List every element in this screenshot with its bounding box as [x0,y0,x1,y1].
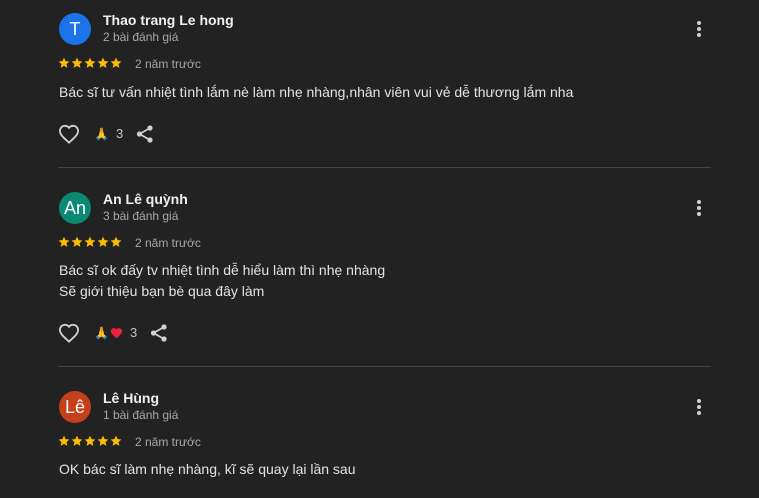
review-time: 2 năm trước [135,57,201,71]
review-text-line: Sẽ giới thiệu bạn bè qua đây làm [59,283,265,299]
star-icon [97,236,109,247]
star-icon [58,435,70,446]
review-text: Bác sĩ tư vấn nhiệt tình lắm nè làm nhẹ … [59,82,573,103]
share-button[interactable] [136,125,154,143]
star-rating [58,435,122,447]
like-button[interactable] [58,123,80,145]
folded-hands-icon: 🙏 [94,127,109,141]
like-button[interactable] [58,322,80,344]
review-actions: 🙏 3 [58,122,154,146]
star-icon [71,236,83,247]
more-options-button[interactable] [690,396,708,418]
share-button[interactable] [150,324,168,342]
review-divider [58,366,711,367]
review-text-line: Bác sĩ ok đấy tv nhiệt tình dễ hiểu làm … [59,262,386,278]
more-options-button[interactable] [690,197,708,219]
reviewer-name[interactable]: Thao trang Le hong [103,12,234,28]
star-icon [58,57,70,68]
reviewer-review-count: 3 bài đánh giá [103,209,179,223]
star-icon [71,57,83,68]
reaction-summary[interactable]: 🙏 3 [94,126,124,142]
star-rating [58,57,122,69]
share-icon [137,125,153,143]
review-divider [58,167,711,168]
star-icon [110,236,122,247]
heart-outline-icon [58,124,80,144]
star-icon [110,435,122,446]
review-time: 2 năm trước [135,236,201,250]
reviewer-review-count: 2 bài đánh giá [103,30,179,44]
star-icon [110,57,122,68]
star-icon [84,236,96,247]
share-icon [151,324,167,342]
star-icon [97,435,109,446]
more-options-button[interactable] [690,18,708,40]
review-text: Bác sĩ ok đấy tv nhiệt tình dễ hiểu làm … [59,260,385,302]
more-vert-icon [697,200,701,216]
star-icon [84,57,96,68]
folded-hands-icon: 🙏 [94,326,109,340]
more-vert-icon [697,399,701,415]
star-icon [84,435,96,446]
red-heart-icon [110,327,123,339]
reviewer-review-count: 1 bài đánh giá [103,408,179,422]
star-icon [71,435,83,446]
avatar[interactable]: T [59,13,91,45]
heart-outline-icon [58,323,80,343]
star-icon [97,57,109,68]
reviewer-name[interactable]: An Lê quỳnh [103,191,188,207]
more-vert-icon [697,21,701,37]
review-text: OK bác sĩ làm nhẹ nhàng, kĩ sẽ quay lại … [59,459,356,480]
avatar[interactable]: An [59,192,91,224]
avatar[interactable]: Lê [59,391,91,423]
reaction-count: 3 [129,325,138,340]
reaction-summary[interactable]: 🙏 3 [94,325,138,341]
review-text-line: OK bác sĩ làm nhẹ nhàng, kĩ sẽ quay lại … [59,461,356,477]
review-text-line: Bác sĩ tư vấn nhiệt tình lắm nè làm nhẹ … [59,84,574,100]
review-time: 2 năm trước [135,435,201,449]
reviewer-name[interactable]: Lê Hùng [103,390,159,406]
reaction-count: 3 [115,126,124,141]
star-rating [58,236,122,248]
star-icon [58,236,70,247]
review-actions: 🙏 3 [58,321,168,345]
